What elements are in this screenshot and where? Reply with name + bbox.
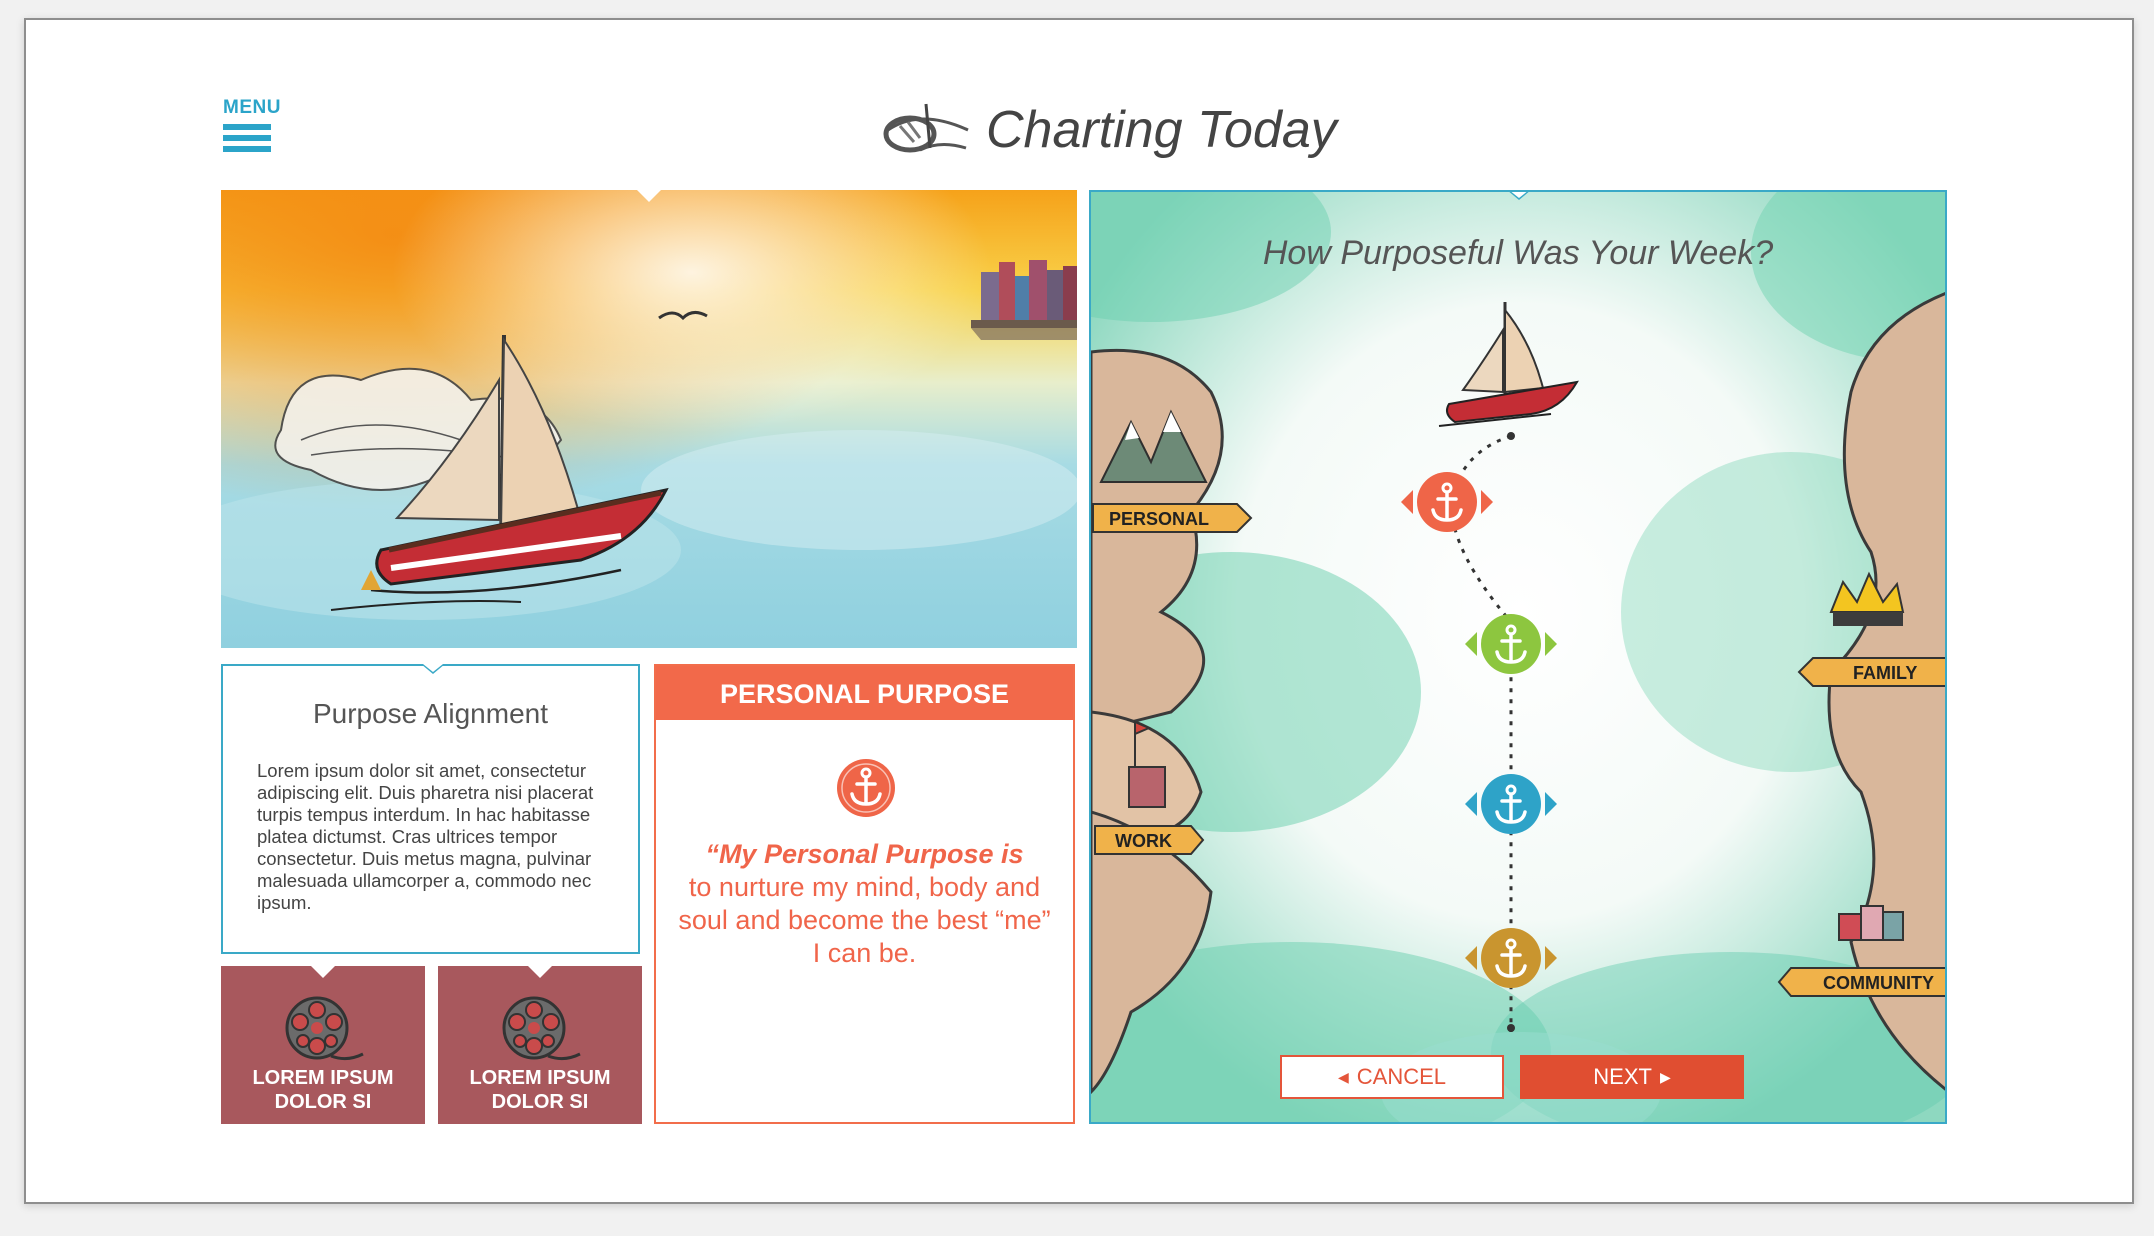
back-arrow-icon: ◀ <box>1337 1068 1349 1085</box>
video-tile-label-line2: DOLOR SI <box>491 1091 589 1113</box>
film-reel-icon <box>285 996 364 1061</box>
sailboat-scene-image <box>221 190 1077 648</box>
purpose-alignment-card: Purpose Alignment Lorem ipsum dolor sit … <box>221 664 640 954</box>
video-tile-label-line1: LOREM IPSUM <box>252 1067 394 1089</box>
next-button[interactable]: NEXT ▶ <box>1520 1055 1744 1099</box>
forward-arrow-icon: ▶ <box>1659 1068 1671 1085</box>
menu-icon <box>223 124 275 152</box>
week-chart-panel: PERSONAL WORK FAMILY COMMUNITY How Purpo… <box>1089 190 1947 1124</box>
island-label-personal: PERSONAL <box>1109 509 1209 529</box>
personal-purpose-quote-rest: to nurture my mind, body and soul and be… <box>678 872 1051 968</box>
video-tile-2[interactable]: LOREM IPSUM DOLOR SI <box>438 966 642 1124</box>
video-tile-label-line1: LOREM IPSUM <box>469 1067 611 1089</box>
next-button-label: NEXT <box>1593 1064 1652 1089</box>
island-banner-community: COMMUNITY <box>1777 967 1945 997</box>
personal-purpose-card: PERSONAL PURPOSE “My Personal Purpose is… <box>654 664 1075 1124</box>
island-banner-work: WORK <box>1094 825 1205 855</box>
cancel-button[interactable]: ◀ CANCEL <box>1280 1055 1504 1099</box>
island-label-family: FAMILY <box>1853 663 1917 683</box>
menu-label: MENU <box>223 97 281 118</box>
island-banner-personal: PERSONAL <box>1092 503 1253 533</box>
purpose-alignment-title: Purpose Alignment <box>312 698 549 729</box>
film-reel-icon <box>502 996 581 1061</box>
purpose-alignment-body: Lorem ipsum dolor sit amet, consectetur … <box>257 760 594 913</box>
logo-icon <box>883 103 969 153</box>
personal-purpose-header: PERSONAL PURPOSE <box>656 666 1073 720</box>
island-banner-family: FAMILY <box>1797 657 1945 687</box>
cancel-button-label: CANCEL <box>1356 1064 1447 1089</box>
menu-button[interactable]: MENU <box>223 97 281 157</box>
video-tile-label-line2: DOLOR SI <box>274 1091 372 1113</box>
island-label-work: WORK <box>1115 831 1172 851</box>
personal-purpose-quote-lead: “My Personal Purpose is <box>705 839 1024 869</box>
app-title: Charting Today <box>986 101 1337 159</box>
personal-purpose-quote: “My Personal Purpose is to nurture my mi… <box>676 838 1053 970</box>
hero-illustration <box>221 190 1077 648</box>
chart-question: How Purposeful Was Your Week? <box>1262 234 1774 272</box>
app-header: Charting Today <box>880 90 1337 170</box>
sea-map-illustration: PERSONAL WORK FAMILY COMMUNITY <box>1091 192 1945 1122</box>
island-label-community: COMMUNITY <box>1823 973 1934 993</box>
anchor-icon <box>837 759 895 817</box>
video-tile-1[interactable]: LOREM IPSUM DOLOR SI <box>221 966 425 1124</box>
